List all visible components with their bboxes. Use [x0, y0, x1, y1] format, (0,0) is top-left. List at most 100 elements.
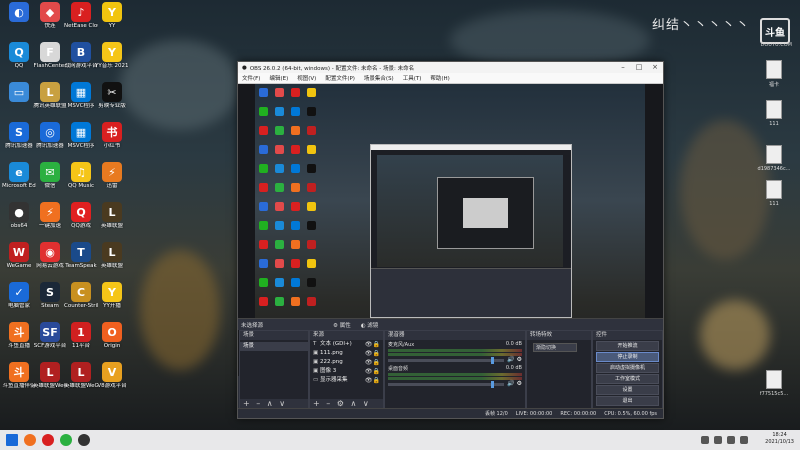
- source-item[interactable]: ▭ 显示器采集 👁🔒: [310, 376, 383, 385]
- desktop-icon[interactable]: ✓ 电脑管家: [2, 282, 36, 309]
- taskbar-app-icon[interactable]: [42, 434, 54, 446]
- preview-desktop-icon: [307, 107, 316, 116]
- desktop-icon[interactable]: O Origin: [95, 322, 129, 349]
- desktop-icon[interactable]: L英雄联盟WeGame: [33, 362, 67, 389]
- maximize-icon[interactable]: □: [631, 62, 647, 73]
- filters-button[interactable]: ◐ 滤镜: [361, 321, 379, 329]
- desktop-icon[interactable]: ✂ 剪映专业版: [95, 82, 129, 109]
- visibility-lock-icon[interactable]: 👁🔒: [365, 349, 380, 358]
- menu-item[interactable]: 工具(T): [403, 74, 422, 82]
- file-icon: [766, 145, 782, 164]
- desktop-icon[interactable]: ◉ 网易云游戏: [33, 242, 67, 269]
- menu-item[interactable]: 场景集合(S): [364, 74, 394, 82]
- desktop-icon[interactable]: ▦ MSVC程序: [64, 122, 98, 149]
- control-button[interactable]: 启动虚拟摄像机: [596, 363, 659, 373]
- scene-item[interactable]: 场景: [240, 342, 308, 351]
- volume-slider[interactable]: [388, 381, 505, 388]
- desktop-icon[interactable]: L英雄联盟WeGame: [64, 362, 98, 389]
- desktop-icon[interactable]: ⚡ 迅雷: [95, 162, 129, 189]
- desktop-icon[interactable]: ◐: [2, 2, 36, 23]
- source-item[interactable]: ▣ 222.png 👁🔒: [310, 358, 383, 367]
- desktop-icon[interactable]: Q QQ游戏: [64, 202, 98, 229]
- control-button[interactable]: 开始推流: [596, 341, 659, 351]
- desktop-icon[interactable]: L 腾讯英雄联盟: [33, 82, 67, 109]
- speaker-icon[interactable]: 🔊: [507, 356, 514, 363]
- visibility-lock-icon[interactable]: 👁🔒: [365, 358, 380, 367]
- app-icon: O: [102, 322, 122, 342]
- desktop-icon[interactable]: L 英雄联盟: [95, 202, 129, 229]
- desktop-file-icon[interactable]: 111: [756, 180, 792, 207]
- desktop-icon[interactable]: 斗斗鱼直播: [2, 322, 36, 349]
- transition-select[interactable]: 渐隐切换: [533, 343, 577, 352]
- visibility-lock-icon[interactable]: 👁🔒: [365, 376, 380, 385]
- desktop-icon[interactable]: ◆ 快连: [33, 2, 67, 29]
- visibility-lock-icon[interactable]: 👁🔒: [365, 367, 380, 376]
- desktop-icon[interactable]: F FlashCenter: [33, 42, 67, 69]
- desktop-icon[interactable]: Q QQ: [2, 42, 36, 69]
- desktop-icon[interactable]: L 英雄联盟: [95, 242, 129, 269]
- speaker-icon[interactable]: 🔊: [507, 380, 514, 387]
- desktop-file-icon[interactable]: 111: [756, 100, 792, 127]
- desktop-icon[interactable]: S Steam: [33, 282, 67, 309]
- system-tray[interactable]: [701, 436, 748, 444]
- source-item[interactable]: ▣ 图像 3 👁🔒: [310, 367, 383, 376]
- desktop-icon[interactable]: ♫ QQ Music: [64, 162, 98, 189]
- menu-item[interactable]: 文件(F): [242, 74, 260, 82]
- desktop-icon[interactable]: SF SCF游戏平台: [33, 322, 67, 349]
- desktop-icon[interactable]: ⚡ 一键加速: [33, 202, 67, 229]
- menu-item[interactable]: 视图(V): [297, 74, 316, 82]
- preview-desktop-icon: [307, 259, 316, 268]
- app-icon: L: [40, 362, 60, 382]
- source-item[interactable]: ▣ 111.png 👁🔒: [310, 349, 383, 358]
- app-icon: ✓: [9, 282, 29, 302]
- desktop-icon[interactable]: eMicrosoft Edge: [2, 162, 36, 189]
- visibility-lock-icon[interactable]: 👁🔒: [365, 340, 380, 349]
- app-icon: ♫: [71, 162, 91, 182]
- desktop-icon[interactable]: ▦ MSVC程序: [64, 82, 98, 109]
- desktop-icon-label: MSVC程序: [67, 143, 95, 149]
- desktop-icon[interactable]: W WeGame: [2, 242, 36, 269]
- track-db: 0.0 dB: [505, 365, 522, 371]
- desktop-icon[interactable]: ● obs64: [2, 202, 36, 229]
- desktop-icon[interactable]: 斗斗鱼直播伴侣: [2, 362, 36, 389]
- desktop-icon[interactable]: V V8游戏平台: [95, 362, 129, 389]
- desktop-icon[interactable]: S 腾讯加速器: [2, 122, 36, 149]
- volume-slider[interactable]: [388, 357, 505, 364]
- control-button[interactable]: 停止录制: [596, 352, 659, 362]
- desktop-icon[interactable]: ♪NetEase CloudMusic: [64, 2, 98, 29]
- obs-title-bar[interactable]: ● OBS 26.0.2 (64-bit, windows) - 配置文件: 未…: [238, 62, 663, 73]
- desktop-icon[interactable]: Y YY: [95, 2, 129, 29]
- desktop-file-icon[interactable]: d1987346c...: [756, 145, 792, 172]
- taskbar-app-icon[interactable]: [60, 434, 72, 446]
- obs-window[interactable]: ● OBS 26.0.2 (64-bit, windows) - 配置文件: 未…: [237, 61, 664, 419]
- gear-icon[interactable]: ⚙: [517, 380, 522, 387]
- taskbar-app-icon[interactable]: [24, 434, 36, 446]
- properties-button[interactable]: ⚙ 属性: [333, 321, 351, 329]
- desktop-icon[interactable]: ◎ 腾讯加速器: [33, 122, 67, 149]
- desktop-file-icon[interactable]: f77515c5...: [756, 370, 792, 397]
- source-item[interactable]: T 文本 (GDI+) 👁🔒: [310, 340, 383, 349]
- desktop-icon[interactable]: T TeamSpeak: [64, 242, 98, 269]
- desktop-icon[interactable]: ✉ 微信: [33, 162, 67, 189]
- menu-item[interactable]: 配置文件(P): [325, 74, 355, 82]
- source-toolbar: 未选择源 ⚙ 属性 ◐ 滤镜: [238, 318, 663, 330]
- obs-taskbar-icon[interactable]: [78, 434, 90, 446]
- close-icon[interactable]: ×: [647, 62, 663, 73]
- desktop-file-icon[interactable]: 福卡: [756, 60, 792, 88]
- control-button[interactable]: 工作室模式: [596, 374, 659, 384]
- start-icon[interactable]: [6, 434, 18, 446]
- desktop-icon[interactable]: ▭: [2, 82, 36, 103]
- desktop-icon[interactable]: CCounter-Strike: [64, 282, 98, 309]
- control-button[interactable]: 设置: [596, 385, 659, 395]
- clock[interactable]: 18:24 2021/10/13: [765, 432, 794, 446]
- desktop-icon[interactable]: Y YY开播: [95, 282, 129, 309]
- desktop-icon[interactable]: B 战网游戏平台: [64, 42, 98, 69]
- desktop-icon[interactable]: YYY音乐 20211012: [95, 42, 129, 69]
- control-button[interactable]: 退出: [596, 396, 659, 406]
- menu-item[interactable]: 编辑(E): [269, 74, 288, 82]
- menu-item[interactable]: 帮助(H): [430, 74, 449, 82]
- desktop-icon[interactable]: 1 11平台: [64, 322, 98, 349]
- minimize-icon[interactable]: –: [615, 62, 631, 73]
- desktop-icon[interactable]: 书小红书: [95, 122, 129, 149]
- gear-icon[interactable]: ⚙: [517, 356, 522, 363]
